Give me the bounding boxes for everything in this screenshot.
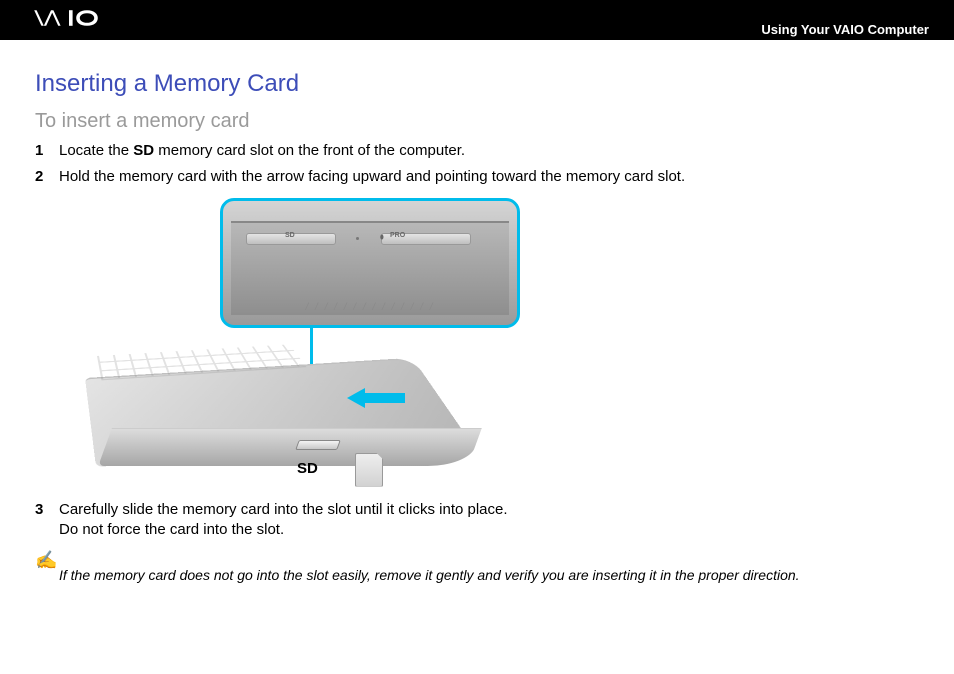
step-text-line1: Carefully slide the memory card into the… — [59, 501, 508, 518]
vaio-logo — [20, 7, 130, 33]
sd-slot-label: SD — [285, 232, 295, 239]
laptop-front-icon — [98, 428, 482, 466]
step-text-line2: Do not force the card into the slot. — [59, 521, 284, 538]
vent-texture-icon: / / / / / / / / / / / / / / — [305, 302, 434, 313]
insert-direction-arrow-icon — [347, 388, 405, 408]
note-text: If the memory card does not go into the … — [59, 567, 800, 583]
page-title: Inserting a Memory Card — [35, 70, 919, 98]
step-text-bold: SD — [133, 142, 154, 159]
steps-list-top: 1 Locate the SD memory card slot on the … — [35, 141, 919, 188]
step-item: 3 Carefully slide the memory card into t… — [35, 500, 919, 541]
page-content: Inserting a Memory Card To insert a memo… — [0, 40, 954, 603]
steps-list-bottom: 3 Carefully slide the memory card into t… — [35, 500, 919, 541]
sd-slot-icon: SD — [246, 233, 336, 245]
section-label: Using Your VAIO Computer — [761, 22, 929, 37]
step-item: 2 Hold the memory card with the arrow fa… — [35, 167, 919, 187]
pro-slot-label: PRO — [390, 232, 405, 239]
callout-closeup: SD ⬮ PRO / / / / / / / / / / / / / / — [220, 198, 520, 328]
header-bar: Using Your VAIO Computer — [0, 0, 954, 40]
page-subtitle: To insert a memory card — [35, 110, 919, 133]
callout-front-panel: SD ⬮ PRO / / / / / / / / / / / / / / — [231, 221, 509, 315]
note-pen-icon: ✍ — [35, 550, 59, 571]
step-item: 1 Locate the SD memory card slot on the … — [35, 141, 919, 161]
laptop-sd-slot-icon — [295, 440, 341, 450]
sd-card-icon — [355, 453, 383, 487]
step-text: Hold the memory card with the arrow faci… — [59, 167, 919, 187]
step-text: Locate the SD memory card slot on the fr… — [59, 141, 919, 161]
memorystick-icon: ⬮ — [380, 235, 384, 242]
step-number: 3 — [35, 500, 59, 541]
step-number: 1 — [35, 141, 59, 161]
indicator-dot-icon — [356, 237, 359, 240]
step-text-post: memory card slot on the front of the com… — [154, 142, 465, 159]
sd-card-label: SD — [297, 460, 318, 477]
pro-slot-icon: ⬮ PRO — [381, 233, 471, 245]
step-text-pre: Locate the — [59, 142, 133, 159]
note-body: If the memory card does not go into the … — [35, 567, 919, 583]
step-number: 2 — [35, 167, 59, 187]
instruction-figure: SD ⬮ PRO / / / / / / / / / / / / / / SD — [85, 198, 605, 488]
step-text: Carefully slide the memory card into the… — [59, 500, 919, 541]
